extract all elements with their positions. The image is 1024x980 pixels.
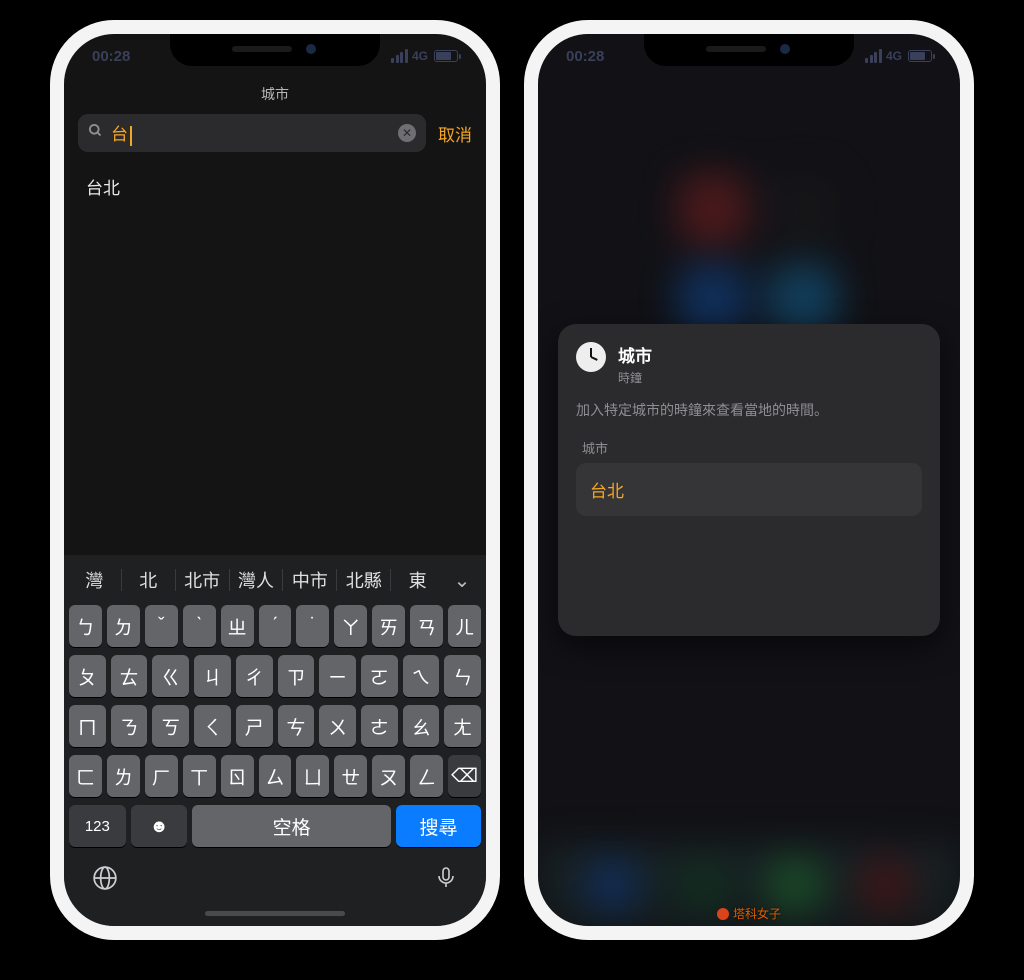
backspace-key[interactable]: ⌫: [448, 755, 481, 797]
key[interactable]: ㄌ: [107, 755, 140, 797]
keyboard: 灣 北 北市 灣人 中市 北縣 東 ⌄ ㄅ ㄉ ˇ ˋ ㄓ: [64, 555, 486, 926]
mic-icon[interactable]: [434, 865, 458, 897]
space-key[interactable]: 空格: [192, 805, 391, 847]
search-input[interactable]: 台 ✕: [78, 114, 426, 152]
emoji-key[interactable]: ☻: [131, 805, 188, 847]
key[interactable]: ㄨ: [319, 705, 356, 747]
key[interactable]: ㄟ: [403, 655, 440, 697]
card-title: 城市: [618, 342, 652, 367]
globe-icon[interactable]: [92, 865, 118, 897]
key[interactable]: ˊ: [259, 605, 292, 647]
key[interactable]: ㄠ: [403, 705, 440, 747]
home-indicator[interactable]: [205, 911, 345, 916]
key[interactable]: ㄣ: [444, 655, 481, 697]
page-title: 城市: [64, 78, 486, 114]
key[interactable]: ㄒ: [183, 755, 216, 797]
key[interactable]: ㄖ: [221, 755, 254, 797]
search-key[interactable]: 搜尋: [396, 805, 481, 847]
widget-config-card: 城市 時鐘 加入特定城市的時鐘來查看當地的時間。 城市 台北: [558, 324, 940, 636]
suggestion[interactable]: 北: [124, 567, 173, 593]
text-cursor: [130, 126, 132, 146]
key[interactable]: ㄜ: [361, 705, 398, 747]
key[interactable]: ㄕ: [236, 705, 273, 747]
suggestion[interactable]: 北市: [178, 567, 227, 593]
key[interactable]: ㄦ: [448, 605, 481, 647]
suggestion-bar: 灣 北 北市 灣人 中市 北縣 東 ⌄: [64, 559, 486, 601]
search-value: 台: [111, 125, 129, 144]
numeric-key[interactable]: 123: [69, 805, 126, 847]
key[interactable]: ㄗ: [278, 655, 315, 697]
key[interactable]: ㄑ: [194, 705, 231, 747]
watermark: 塔科女子: [717, 905, 781, 922]
key[interactable]: ㄆ: [69, 655, 106, 697]
card-description: 加入特定城市的時鐘來查看當地的時間。: [576, 400, 922, 420]
notch: [170, 32, 380, 66]
key[interactable]: ㄈ: [69, 755, 102, 797]
phone-right: 00:28 4G 城市 時鐘 加入特定城市的時鐘來查看當地的時間。 城市: [524, 20, 974, 940]
status-time: 00:28: [566, 48, 604, 65]
battery-icon: [908, 50, 932, 62]
suggestion[interactable]: 灣人: [232, 567, 281, 593]
key[interactable]: ㄊ: [111, 655, 148, 697]
card-subtitle: 時鐘: [618, 369, 652, 386]
suggestion[interactable]: 東: [393, 567, 442, 593]
key[interactable]: ㄐ: [194, 655, 231, 697]
cancel-button[interactable]: 取消: [438, 121, 472, 146]
key[interactable]: ㄢ: [410, 605, 443, 647]
status-network: 4G: [886, 49, 902, 63]
suggestion[interactable]: 北縣: [339, 567, 388, 593]
key[interactable]: ㄇ: [69, 705, 106, 747]
key[interactable]: ㄔ: [236, 655, 273, 697]
key[interactable]: ㄙ: [259, 755, 292, 797]
clear-button[interactable]: ✕: [398, 124, 416, 142]
phone-left: 00:28 4G 城市 台 ✕ 取消: [50, 20, 500, 940]
key[interactable]: ㄥ: [410, 755, 443, 797]
signal-icon: [391, 49, 408, 63]
key[interactable]: ㄩ: [296, 755, 329, 797]
signal-icon: [865, 49, 882, 63]
battery-icon: [434, 50, 458, 62]
key[interactable]: ㄉ: [107, 605, 140, 647]
key[interactable]: ㄎ: [152, 705, 189, 747]
status-time: 00:28: [92, 48, 130, 65]
key[interactable]: ㄅ: [69, 605, 102, 647]
key[interactable]: ㄘ: [278, 705, 315, 747]
search-icon: [88, 123, 103, 143]
key[interactable]: ㄓ: [221, 605, 254, 647]
key[interactable]: ㄋ: [111, 705, 148, 747]
key[interactable]: ㄚ: [334, 605, 367, 647]
key[interactable]: ㄏ: [145, 755, 178, 797]
field-label: 城市: [576, 438, 922, 463]
key[interactable]: ˇ: [145, 605, 178, 647]
key[interactable]: ˋ: [183, 605, 216, 647]
status-network: 4G: [412, 49, 428, 63]
city-field[interactable]: 台北: [576, 463, 922, 516]
key[interactable]: ˙: [296, 605, 329, 647]
key[interactable]: ㄞ: [372, 605, 405, 647]
key[interactable]: ㄛ: [361, 655, 398, 697]
notch: [644, 32, 854, 66]
key[interactable]: ㄤ: [444, 705, 481, 747]
suggestions-expand[interactable]: ⌄: [444, 568, 480, 593]
key[interactable]: ㄝ: [334, 755, 367, 797]
suggestion[interactable]: 灣: [70, 567, 119, 593]
clock-icon: [576, 342, 606, 372]
search-result[interactable]: 台北: [64, 162, 486, 211]
key[interactable]: ㄧ: [319, 655, 356, 697]
key[interactable]: ㄍ: [152, 655, 189, 697]
key[interactable]: ㄡ: [372, 755, 405, 797]
suggestion[interactable]: 中市: [285, 567, 334, 593]
